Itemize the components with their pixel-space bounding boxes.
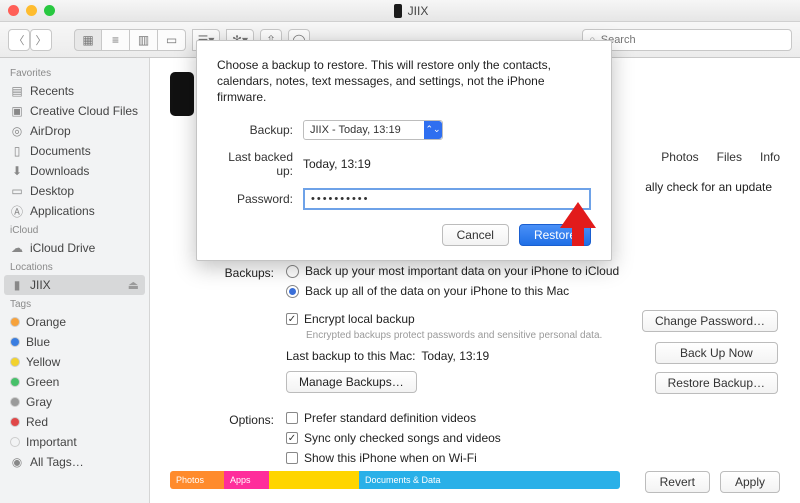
list-view-icon[interactable]: ≡ (102, 29, 130, 51)
recents-icon: ▤ (10, 85, 24, 97)
folder-icon: ▣ (10, 105, 24, 117)
apps-icon: Ⓐ (10, 205, 24, 217)
sidebar-tag-orange[interactable]: Orange (0, 312, 149, 332)
tag-dot-icon (10, 357, 20, 367)
checkbox-icon (286, 452, 298, 464)
backup-option-icloud[interactable]: Back up your most important data on your… (286, 264, 780, 278)
sidebar-head-favorites: Favorites (0, 64, 149, 81)
sidebar-all-tags[interactable]: ◉All Tags… (0, 452, 149, 472)
desktop-icon: ▭ (10, 185, 24, 197)
section-backups: Backups: (170, 264, 286, 280)
option-sync[interactable]: Sync only checked songs and videos (286, 431, 780, 445)
sidebar-tag-green[interactable]: Green (0, 372, 149, 392)
last-backup-value: Today, 13:19 (421, 349, 489, 363)
cancel-button[interactable]: Cancel (442, 224, 509, 246)
checkbox-icon (286, 313, 298, 325)
eject-icon[interactable]: ⏏ (128, 278, 139, 292)
airdrop-icon: ◎ (10, 125, 24, 137)
sidebar-item-iclouddrive[interactable]: ☁iCloud Drive (0, 238, 149, 258)
sidebar-item-ccfiles[interactable]: ▣Creative Cloud Files (0, 101, 149, 121)
search-input[interactable] (601, 34, 785, 46)
titlebar: JIIX (0, 0, 800, 22)
sidebar-head-icloud: iCloud (0, 221, 149, 238)
device-icon (170, 72, 194, 116)
column-view-icon[interactable]: ▥ (130, 29, 158, 51)
window-title-text: JIIX (408, 4, 429, 18)
apply-button[interactable]: Apply (720, 471, 780, 493)
cloud-icon: ☁ (10, 242, 24, 254)
sidebar-item-recents[interactable]: ▤Recents (0, 81, 149, 101)
lastbu-value: Today, 13:19 (303, 155, 371, 173)
icon-view-icon[interactable]: ▦ (74, 29, 102, 51)
dialog-message: Choose a backup to restore. This will re… (217, 57, 591, 106)
checkbox-icon (286, 432, 298, 444)
change-password-button[interactable]: Change Password… (642, 310, 778, 332)
view-switcher[interactable]: ▦ ≡ ▥ ▭ (74, 29, 186, 51)
backup-select[interactable]: JIIX - Today, 13:19 ⌃⌄ (303, 120, 443, 140)
documents-icon: ▯ (10, 145, 24, 157)
close-icon[interactable] (8, 5, 19, 16)
sidebar-item-documents[interactable]: ▯Documents (0, 141, 149, 161)
sidebar-head-tags: Tags (0, 295, 149, 312)
sidebar-tag-red[interactable]: Red (0, 412, 149, 432)
usage-apps: Apps (224, 471, 269, 489)
password-input[interactable]: •••••••••• (303, 188, 591, 210)
backup-option-mac[interactable]: Back up all of the data on your iPhone t… (286, 284, 780, 298)
revert-button[interactable]: Revert (645, 471, 710, 493)
restore-backup-button[interactable]: Restore Backup… (655, 372, 778, 394)
option-sd[interactable]: Prefer standard definition videos (286, 411, 780, 425)
backup-now-button[interactable]: Back Up Now (655, 342, 778, 364)
manage-backups-button[interactable]: Manage Backups… (286, 371, 417, 393)
tag-dot-icon (10, 417, 20, 427)
forward-button[interactable]: 〉 (30, 29, 52, 51)
password-label: Password: (217, 192, 303, 206)
option-wifi[interactable]: Show this iPhone when on Wi-Fi (286, 451, 780, 465)
tab-files[interactable]: Files (717, 150, 742, 164)
radio-icon (286, 265, 299, 278)
phone-icon: ▮ (10, 279, 24, 291)
chevron-updown-icon: ⌃⌄ (424, 121, 442, 139)
tab-photos[interactable]: Photos (661, 150, 698, 164)
sidebar-tag-yellow[interactable]: Yellow (0, 352, 149, 372)
usage-photos: Photos (170, 471, 224, 489)
sidebar-item-desktop[interactable]: ▭Desktop (0, 181, 149, 201)
lastbu-label: Last backed up: (217, 150, 303, 178)
sidebar-item-airdrop[interactable]: ◎AirDrop (0, 121, 149, 141)
tag-dot-icon (10, 377, 20, 387)
tag-dot-icon (10, 317, 20, 327)
sidebar-head-locations: Locations (0, 258, 149, 275)
usage-yellow (269, 471, 359, 489)
tag-dot-icon (10, 337, 20, 347)
update-note: ally check for an update (645, 180, 772, 194)
tab-bar: Photos Files Info (661, 150, 780, 164)
downloads-icon: ⬇ (10, 165, 24, 177)
storage-bar: Photos Apps Documents & Data (170, 471, 620, 489)
restore-button[interactable]: Restore (519, 224, 591, 246)
tag-dot-icon (10, 437, 20, 447)
device-icon (394, 4, 402, 18)
sidebar-item-downloads[interactable]: ⬇Downloads (0, 161, 149, 181)
sidebar-item-device-jiix[interactable]: ▮JIIX⏏ (4, 275, 145, 295)
radio-icon (286, 285, 299, 298)
sidebar-tag-important[interactable]: Important (0, 432, 149, 452)
window-title: JIIX (30, 4, 792, 18)
tab-info[interactable]: Info (760, 150, 780, 164)
backup-label: Backup: (217, 123, 303, 137)
sidebar-item-applications[interactable]: ⒶApplications (0, 201, 149, 221)
sidebar-tag-gray[interactable]: Gray (0, 392, 149, 412)
gallery-view-icon[interactable]: ▭ (158, 29, 186, 51)
section-options: Options: (170, 411, 286, 427)
restore-backup-dialog: Choose a backup to restore. This will re… (196, 40, 612, 261)
checkbox-icon (286, 412, 298, 424)
sidebar: Favorites ▤Recents ▣Creative Cloud Files… (0, 58, 150, 503)
alltags-icon: ◉ (10, 456, 24, 468)
search-field[interactable]: ⌕ (582, 29, 792, 51)
tag-dot-icon (10, 397, 20, 407)
back-button[interactable]: 〈 (8, 29, 30, 51)
usage-docs: Documents & Data (359, 471, 620, 489)
sidebar-tag-blue[interactable]: Blue (0, 332, 149, 352)
